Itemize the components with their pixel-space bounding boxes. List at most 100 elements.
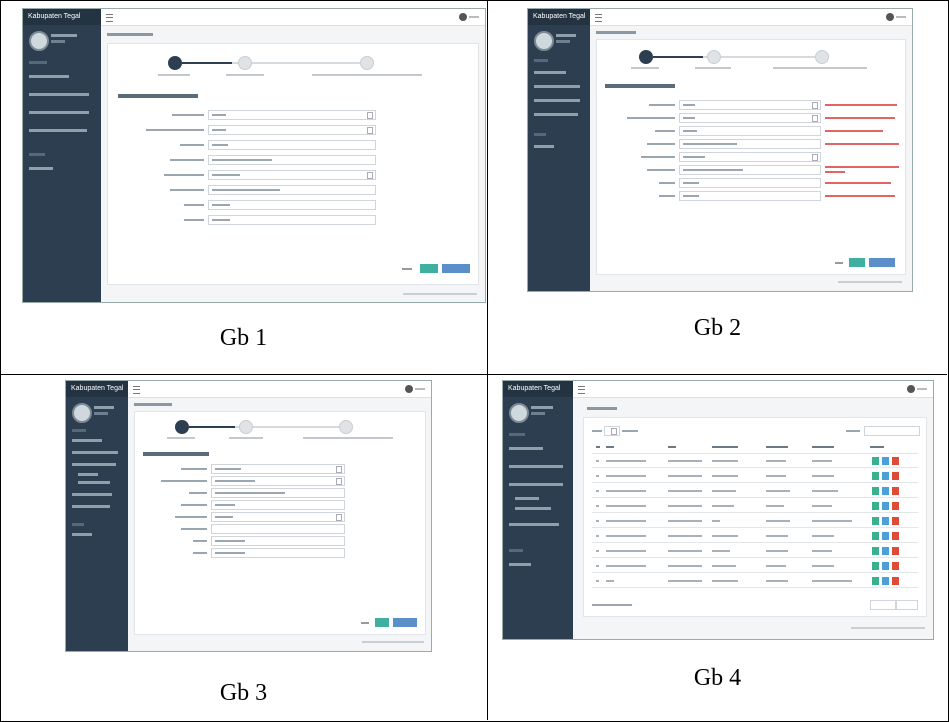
input-field[interactable] — [211, 536, 345, 546]
delete-button[interactable] — [892, 577, 899, 585]
table-row[interactable] — [592, 531, 918, 543]
sidebar-item-other[interactable] — [72, 505, 110, 508]
input-field[interactable] — [679, 139, 821, 149]
input-field[interactable] — [208, 215, 376, 225]
sidebar-item-report[interactable] — [534, 113, 578, 116]
input-field[interactable] — [208, 140, 376, 150]
menu-toggle-icon[interactable] — [578, 386, 585, 394]
page-size-select[interactable] — [604, 426, 620, 436]
finish-button[interactable] — [393, 618, 417, 627]
delete-button[interactable] — [892, 547, 899, 555]
user-icon[interactable] — [405, 385, 413, 393]
delete-button[interactable] — [892, 487, 899, 495]
input-field[interactable] — [208, 170, 376, 180]
edit-button[interactable] — [882, 502, 889, 510]
search-input[interactable] — [864, 426, 920, 436]
sidebar-item-dashboard[interactable] — [534, 71, 566, 74]
edit-button[interactable] — [882, 517, 889, 525]
back-button[interactable] — [402, 268, 412, 270]
sidebar-item-data[interactable] — [509, 483, 563, 486]
input-field[interactable] — [208, 155, 376, 165]
user-icon[interactable] — [907, 385, 915, 393]
sidebar-item-data[interactable] — [72, 463, 116, 466]
input-field[interactable] — [211, 548, 345, 558]
input-field[interactable] — [208, 110, 376, 120]
table-row[interactable] — [592, 561, 918, 573]
input-field[interactable] — [679, 152, 821, 162]
delete-button[interactable] — [892, 532, 899, 540]
table-row[interactable] — [592, 546, 918, 558]
input-field[interactable] — [211, 464, 345, 474]
user-icon[interactable] — [886, 13, 894, 21]
input-field[interactable] — [208, 200, 376, 210]
input-field[interactable] — [679, 113, 821, 123]
view-button[interactable] — [872, 532, 879, 540]
user-menu[interactable] — [917, 388, 927, 390]
input-field[interactable] — [211, 500, 345, 510]
table-row[interactable] — [592, 576, 918, 588]
next-button[interactable] — [375, 618, 389, 627]
sidebar-item-logout[interactable] — [509, 563, 531, 566]
user-menu[interactable] — [415, 388, 425, 390]
sidebar-item-logout[interactable] — [29, 167, 53, 170]
next-button[interactable] — [849, 258, 865, 267]
sidebar-item-logout[interactable] — [534, 145, 554, 148]
sidebar-subitem[interactable] — [515, 507, 551, 510]
input-field[interactable] — [679, 100, 821, 110]
sidebar-item-data[interactable] — [534, 99, 580, 102]
sidebar-item-dashboard[interactable] — [72, 439, 102, 442]
edit-button[interactable] — [882, 577, 889, 585]
pagination-next[interactable] — [896, 600, 918, 610]
edit-button[interactable] — [882, 532, 889, 540]
input-field[interactable] — [211, 512, 345, 522]
sidebar-item-report[interactable] — [72, 493, 112, 496]
view-button[interactable] — [872, 517, 879, 525]
delete-button[interactable] — [892, 562, 899, 570]
back-button[interactable] — [361, 622, 369, 624]
menu-toggle-icon[interactable] — [133, 386, 140, 394]
sidebar-item-input[interactable] — [29, 93, 89, 96]
delete-button[interactable] — [892, 457, 899, 465]
table-row[interactable] — [592, 516, 918, 528]
input-field[interactable] — [679, 191, 821, 201]
input-field[interactable] — [208, 185, 376, 195]
sidebar-item-logout[interactable] — [72, 533, 92, 536]
next-button[interactable] — [420, 264, 438, 273]
view-button[interactable] — [872, 502, 879, 510]
table-row[interactable] — [592, 501, 918, 513]
finish-button[interactable] — [869, 258, 895, 267]
menu-toggle-icon[interactable] — [595, 14, 602, 22]
table-row[interactable] — [592, 471, 918, 483]
input-field[interactable] — [208, 125, 376, 135]
finish-button[interactable] — [442, 264, 470, 273]
sidebar-item-data[interactable] — [29, 111, 89, 114]
sidebar-item-input[interactable] — [72, 451, 118, 454]
view-button[interactable] — [872, 472, 879, 480]
view-button[interactable] — [872, 457, 879, 465]
edit-button[interactable] — [882, 487, 889, 495]
user-menu[interactable] — [896, 16, 906, 18]
input-field[interactable] — [679, 126, 821, 136]
sidebar-item-report[interactable] — [509, 523, 559, 526]
table-row[interactable] — [592, 486, 918, 498]
back-button[interactable] — [835, 262, 843, 264]
delete-button[interactable] — [892, 472, 899, 480]
edit-button[interactable] — [882, 547, 889, 555]
edit-button[interactable] — [882, 562, 889, 570]
delete-button[interactable] — [892, 502, 899, 510]
sidebar-subitem[interactable] — [515, 497, 539, 500]
menu-toggle-icon[interactable] — [106, 14, 113, 22]
input-field[interactable] — [679, 178, 821, 188]
sidebar-item-input[interactable] — [509, 465, 563, 468]
delete-button[interactable] — [892, 517, 899, 525]
input-field[interactable] — [211, 524, 345, 534]
input-field[interactable] — [211, 476, 345, 486]
edit-button[interactable] — [882, 457, 889, 465]
view-button[interactable] — [872, 487, 879, 495]
input-field[interactable] — [679, 165, 821, 175]
view-button[interactable] — [872, 577, 879, 585]
sidebar-item-input[interactable] — [534, 85, 580, 88]
sidebar-subitem[interactable] — [78, 473, 98, 476]
edit-button[interactable] — [882, 472, 889, 480]
user-icon[interactable] — [459, 13, 467, 21]
